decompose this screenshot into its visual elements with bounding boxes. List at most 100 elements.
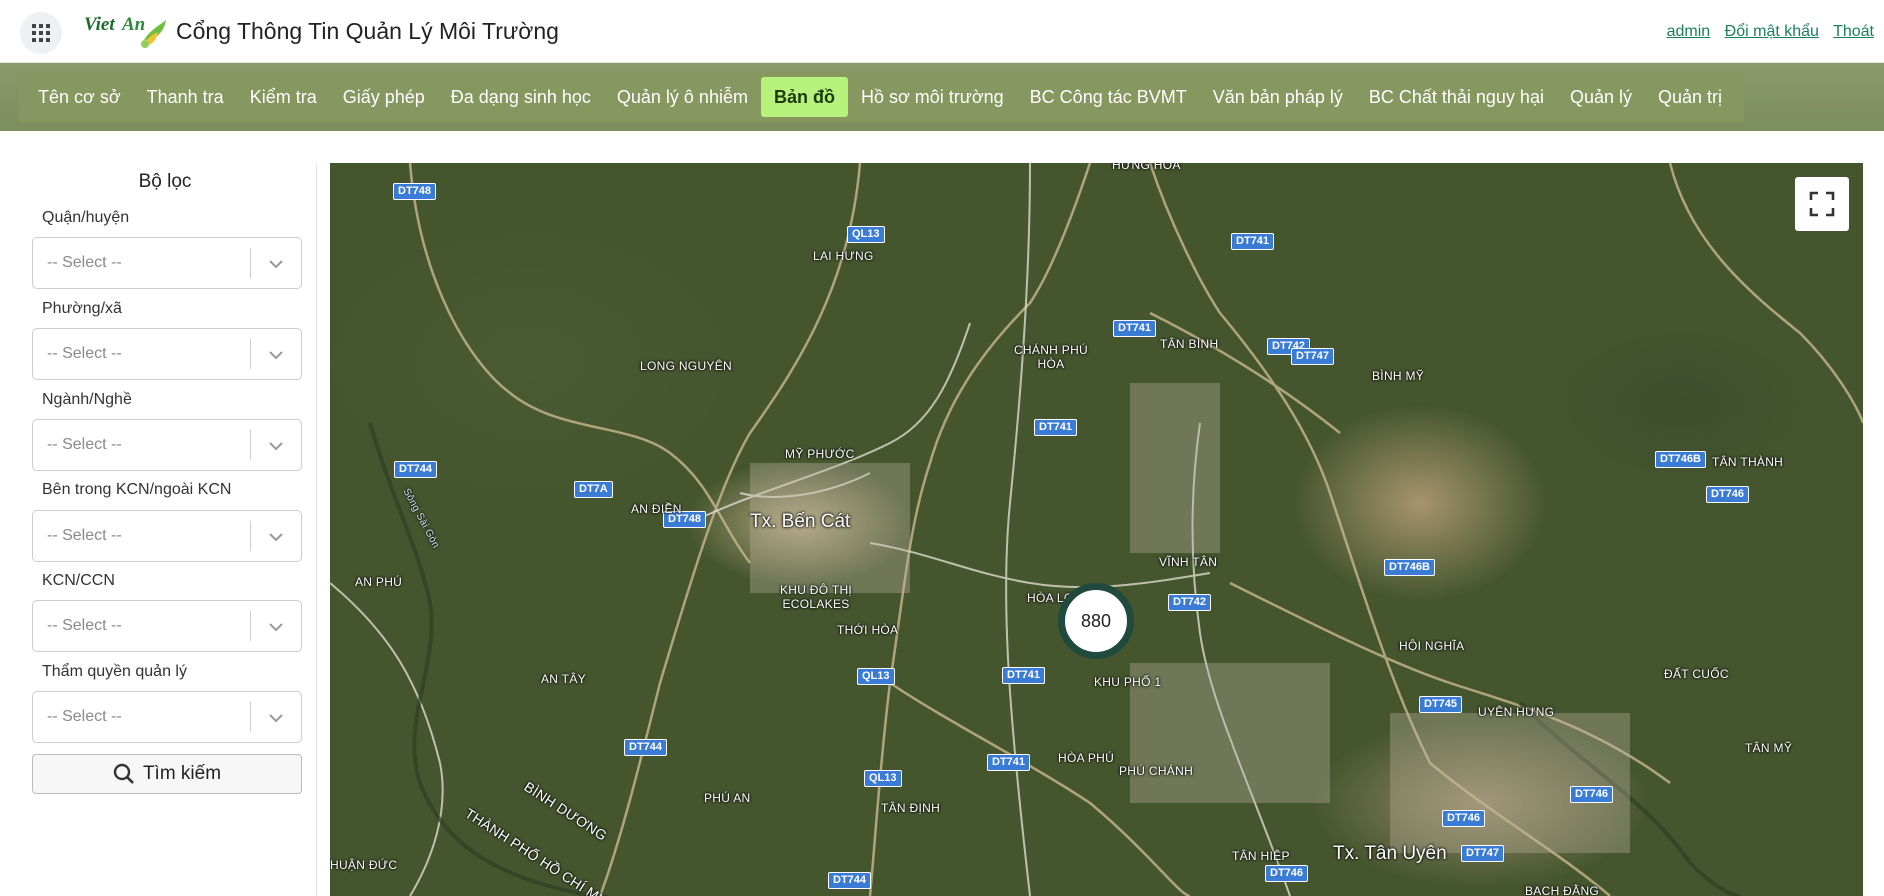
road-badge: DT742 <box>1168 594 1212 611</box>
nav-item-ban-do[interactable]: Bản đồ <box>760 77 848 117</box>
nav-item-bc-chat-thai-nguy-hai[interactable]: BC Chất thải nguy hại <box>1356 77 1557 117</box>
top-header: Viet An Cổng Thông Tin Quản Lý Môi Trườn… <box>0 0 1884 63</box>
place-label: MỸ PHƯỚC <box>785 447 855 461</box>
inside-kcn-select[interactable]: -- Select -- <box>32 510 302 562</box>
road-badge: DT746B <box>1384 559 1435 576</box>
road-badge: DT746B <box>1655 451 1706 468</box>
chevron-down-icon <box>269 533 283 542</box>
kcn-ccn-select-value: -- Select -- <box>47 617 122 634</box>
road-badge: DT746 <box>1706 486 1750 503</box>
district-select[interactable]: -- Select -- <box>32 237 302 289</box>
place-label: HƯNG HÒA <box>1112 163 1181 172</box>
kcn-ccn-label: KCN/CCN <box>42 572 115 589</box>
road-badge: QL13 <box>864 770 902 787</box>
filter-title: Bộ lọc <box>138 171 192 192</box>
nav-item-van-ban-phap-ly[interactable]: Văn bản pháp lý <box>1200 77 1356 117</box>
road-badge: DT748 <box>393 183 437 200</box>
place-label: KHU PHỐ 1 <box>1094 675 1162 689</box>
nav-item-ho-so-moi-truong[interactable]: Hồ sơ môi trường <box>848 77 1017 117</box>
road-badge: DT744 <box>394 461 438 478</box>
change-password-link[interactable]: Đổi mật khẩu <box>1725 23 1819 40</box>
place-label: LAI HƯNG <box>813 249 874 263</box>
place-label: TÂN ĐỊNH <box>881 801 941 815</box>
place-label: Tx. Bến Cát <box>750 511 851 532</box>
select-separator <box>250 430 251 460</box>
place-label: TÂN HIỆP <box>1232 849 1290 863</box>
authority-select-value: -- Select -- <box>47 708 122 725</box>
place-label: THỚI HÒA <box>837 623 899 637</box>
filter-panel: Bộ lọc Quận/huyện -- Select -- Phường/xã… <box>0 163 318 896</box>
road-badge: DT744 <box>624 739 668 756</box>
road-badge: DT746 <box>1442 810 1486 827</box>
nav-item-giay-phep[interactable]: Giấy phép <box>330 77 438 117</box>
nav-item-thanh-tra[interactable]: Thanh tra <box>134 77 237 117</box>
ward-label: Phường/xã <box>42 300 122 317</box>
select-separator <box>250 702 251 732</box>
place-label: AN TÂY <box>541 672 586 686</box>
industry-label: Ngành/Nghề <box>42 391 132 408</box>
select-separator <box>250 248 251 278</box>
chevron-down-icon <box>269 442 283 451</box>
chevron-down-icon <box>269 260 283 269</box>
road-badge: DT747 <box>1291 348 1335 365</box>
place-label: UYÊN HƯNG <box>1478 705 1555 719</box>
svg-text:Viet: Viet <box>84 14 115 35</box>
place-label: Tx. Tân Uyên <box>1333 843 1447 864</box>
road-badge: DT741 <box>1113 320 1157 337</box>
search-icon <box>113 763 134 784</box>
nav-item-quan-tri[interactable]: Quản trị <box>1645 77 1735 117</box>
place-label: HÒA PHÚ <box>1058 751 1115 765</box>
nav-item-kiem-tra[interactable]: Kiểm tra <box>237 77 330 117</box>
nav-item-bc-cong-tac-bvmt[interactable]: BC Công tác BVMT <box>1017 77 1200 117</box>
fullscreen-button[interactable] <box>1795 177 1849 231</box>
road-badge: DT746 <box>1265 865 1309 882</box>
search-button-label: Tìm kiếm <box>142 763 222 784</box>
road-badge: DT745 <box>1419 696 1463 713</box>
place-label: PHÚ CHÁNH <box>1119 764 1194 778</box>
authority-label: Thẩm quyền quản lý <box>42 663 187 680</box>
nav-item-co-so[interactable]: Tên cơ sở <box>25 77 134 117</box>
chevron-down-icon <box>269 623 283 632</box>
marker-cluster[interactable]: 880 <box>1058 583 1134 659</box>
inside-kcn-select-value: -- Select -- <box>47 527 122 544</box>
main-navbar: Tên cơ sở Thanh tra Kiểm tra Giấy phép Đ… <box>0 63 1884 131</box>
place-label: TÂN MỸ <box>1745 741 1793 755</box>
industry-select[interactable]: -- Select -- <box>32 419 302 471</box>
place-label: KHU ĐÔ THỊ ECOLAKES <box>779 583 853 611</box>
place-label: ĐẤT CUỐC <box>1664 667 1729 681</box>
place-label: TÂN THÀNH <box>1712 455 1784 469</box>
road-badge: DT7A <box>574 481 613 498</box>
nav-item-quan-ly-o-nhiem[interactable]: Quản lý ô nhiễm <box>604 77 761 117</box>
satellite-map[interactable]: DT748 QL13 DT741 DT741 DT742 DT747 DT741… <box>330 163 1863 896</box>
inside-kcn-label: Bên trong KCN/ngoài KCN <box>42 481 232 498</box>
logout-link[interactable]: Thoát <box>1833 23 1874 40</box>
kcn-ccn-select[interactable]: -- Select -- <box>32 600 302 652</box>
road-badge: DT741 <box>1034 419 1078 436</box>
nav-item-quan-ly[interactable]: Quản lý <box>1557 77 1645 117</box>
authority-select[interactable]: -- Select -- <box>32 691 302 743</box>
username-link[interactable]: admin <box>1667 23 1711 40</box>
ward-select-value: -- Select -- <box>47 345 122 362</box>
nav-item-da-dang-sinh-hoc[interactable]: Đa dạng sinh học <box>438 77 604 117</box>
district-select-value: -- Select -- <box>47 254 122 271</box>
select-separator <box>250 339 251 369</box>
road-network <box>330 163 1863 896</box>
road-badge: DT746 <box>1570 786 1614 803</box>
ward-select[interactable]: -- Select -- <box>32 328 302 380</box>
road-badge: DT741 <box>1231 233 1275 250</box>
place-label: BÌNH MỸ <box>1372 369 1425 383</box>
panel-divider <box>316 163 317 896</box>
svg-text:An: An <box>121 14 145 35</box>
chevron-down-icon <box>269 714 283 723</box>
place-label: CHÁNH PHÚ HÒA <box>1013 343 1089 371</box>
road-badge: DT744 <box>828 872 872 889</box>
place-label: AN ĐIỀN <box>631 502 682 516</box>
chevron-down-icon <box>269 351 283 360</box>
place-label: LONG NGUYÊN <box>640 359 732 373</box>
road-badge: DT741 <box>987 754 1031 771</box>
apps-grid-button[interactable] <box>20 12 62 54</box>
app-title: Cổng Thông Tin Quản Lý Môi Trường <box>176 18 559 44</box>
search-button[interactable]: Tìm kiếm <box>32 754 302 794</box>
viet-an-logo[interactable]: Viet An <box>82 10 168 52</box>
nav-menu: Tên cơ sở Thanh tra Kiểm tra Giấy phép Đ… <box>19 72 1744 122</box>
